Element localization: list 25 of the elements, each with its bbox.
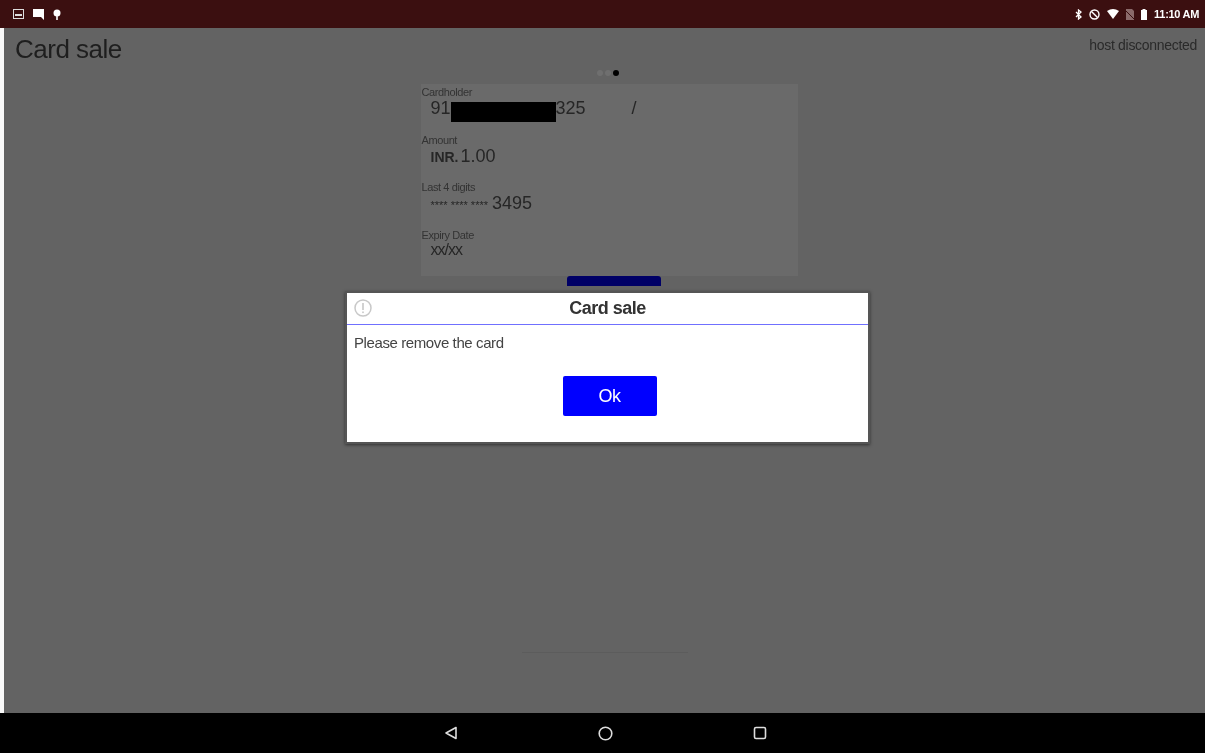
- field-value: xx/xx: [430, 240, 462, 259]
- dialog-message: Please remove the card: [353, 333, 505, 353]
- field-value: 3495: [492, 193, 533, 214]
- currency-code: INR.: [430, 148, 459, 165]
- blocked-icon: [1089, 8, 1101, 20]
- card-number: 325: [555, 98, 586, 119]
- recents-icon[interactable]: [752, 726, 767, 740]
- amount-value: 1.00: [460, 145, 496, 167]
- clock: 11:10 AM: [1154, 8, 1199, 20]
- dialog-title: Card sale: [569, 298, 646, 319]
- home-icon[interactable]: [597, 725, 613, 741]
- screen-title: Card sale: [15, 34, 122, 65]
- wifi-icon: [1107, 9, 1120, 19]
- bluetooth-icon: [1075, 8, 1083, 20]
- screen-icon: [13, 9, 24, 19]
- connection-status: host disconnected: [1089, 37, 1197, 53]
- masked-digits: **** **** ****: [430, 199, 488, 211]
- name-separator: /: [631, 98, 637, 119]
- battery-icon: [1141, 8, 1148, 20]
- ok-button[interactable]: Ok: [562, 376, 657, 416]
- pin-icon: [53, 8, 61, 20]
- card-number: 91: [430, 98, 451, 119]
- back-icon[interactable]: [443, 726, 458, 740]
- info-icon: [354, 299, 372, 317]
- sim-icon: [1126, 8, 1135, 20]
